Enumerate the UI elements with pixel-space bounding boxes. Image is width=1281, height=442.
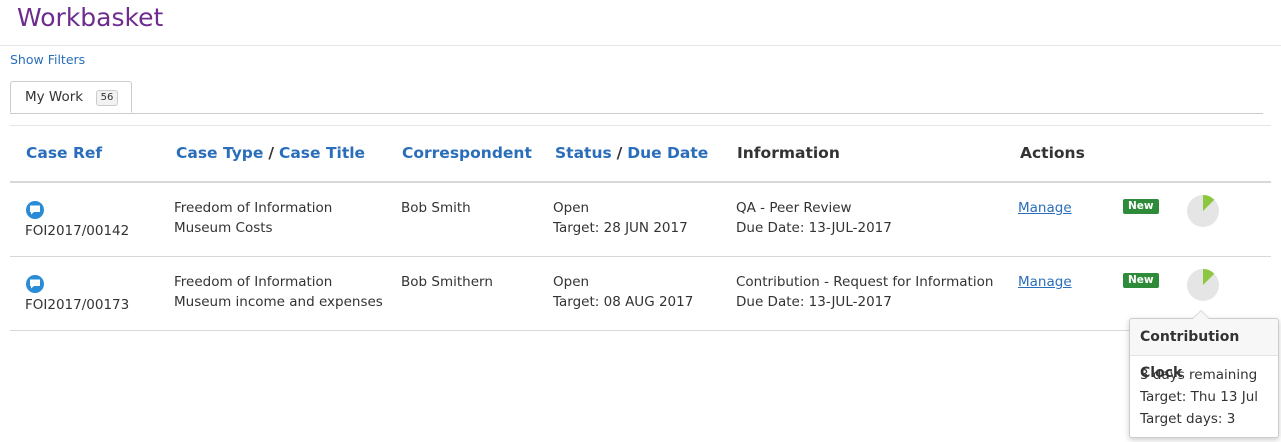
tooltip-arrow-fill [1193, 311, 1209, 319]
header-separator: / [616, 144, 623, 162]
sort-case-type[interactable]: Case Type [176, 144, 263, 162]
manage-link[interactable]: Manage [1018, 274, 1072, 290]
sort-correspondent[interactable]: Correspondent [402, 144, 532, 162]
column-header-correspondent[interactable]: Correspondent [402, 144, 532, 162]
target-date: Target: 08 AUG 2017 [553, 294, 694, 310]
new-badge: New [1123, 199, 1159, 214]
column-header-actions: Actions [1020, 144, 1085, 162]
tab-bar: My Work 56 [10, 81, 1263, 114]
info-stage: Contribution - Request for Information [736, 274, 994, 290]
tooltip-title: Contribution Clock [1130, 319, 1278, 381]
message-icon[interactable] [26, 201, 44, 219]
tooltip-body: 3 days remaining Target: Thu 13 Jul Targ… [1130, 356, 1278, 438]
manage-link[interactable]: Manage [1018, 200, 1072, 216]
sort-status[interactable]: Status [555, 144, 612, 162]
column-header-case-ref[interactable]: Case Ref [26, 144, 102, 162]
tab-label: My Work [25, 89, 84, 105]
column-header-status-due: Status / Due Date [555, 144, 708, 162]
column-header-case-type-title: Case Type / Case Title [176, 144, 365, 162]
correspondent: Bob Smith [401, 200, 471, 216]
sort-case-ref[interactable]: Case Ref [26, 144, 102, 162]
tooltip-remaining: 3 days remaining [1140, 367, 1258, 383]
sort-due-date[interactable]: Due Date [627, 144, 708, 162]
case-type: Freedom of Information [174, 274, 333, 290]
message-icon[interactable] [26, 275, 44, 293]
info-due-date: Due Date: 13-JUL-2017 [736, 294, 892, 310]
tooltip-target-days: Target days: 3 [1140, 411, 1236, 427]
case-type: Freedom of Information [174, 200, 333, 216]
target-date: Target: 28 JUN 2017 [553, 220, 688, 236]
status: Open [553, 274, 590, 290]
info-stage: QA - Peer Review [736, 200, 852, 216]
sort-case-title[interactable]: Case Title [279, 144, 365, 162]
info-due-date: Due Date: 13-JUL-2017 [736, 220, 892, 236]
case-title: Museum income and expenses [174, 294, 383, 310]
case-ref: FOI2017/00142 [25, 223, 130, 239]
tooltip-target: Target: Thu 13 Jul [1140, 389, 1259, 405]
table-row: FOI2017/00142 Freedom of Information Mus… [10, 183, 1271, 257]
correspondent: Bob Smithern [401, 274, 493, 290]
status: Open [553, 200, 590, 216]
page-title: Workbasket [17, 3, 164, 32]
show-filters-link[interactable]: Show Filters [10, 52, 85, 67]
case-ref: FOI2017/00173 [25, 297, 130, 313]
new-badge: New [1123, 273, 1159, 288]
table-header: Case Ref Case Type / Case Title Correspo… [10, 126, 1271, 183]
contribution-clock-tooltip: Contribution Clock 3 days remaining Targ… [1129, 310, 1279, 438]
tab-my-work[interactable]: My Work 56 [10, 81, 132, 113]
tab-count-badge: 56 [96, 90, 118, 106]
column-header-information: Information [737, 144, 840, 162]
contribution-clock-icon[interactable] [1187, 195, 1219, 227]
page-header: Workbasket [0, 0, 1281, 46]
table-row: FOI2017/00173 Freedom of Information Mus… [10, 257, 1271, 331]
header-separator: / [268, 144, 275, 162]
case-title: Museum Costs [174, 220, 273, 236]
contribution-clock-icon[interactable] [1187, 269, 1219, 301]
